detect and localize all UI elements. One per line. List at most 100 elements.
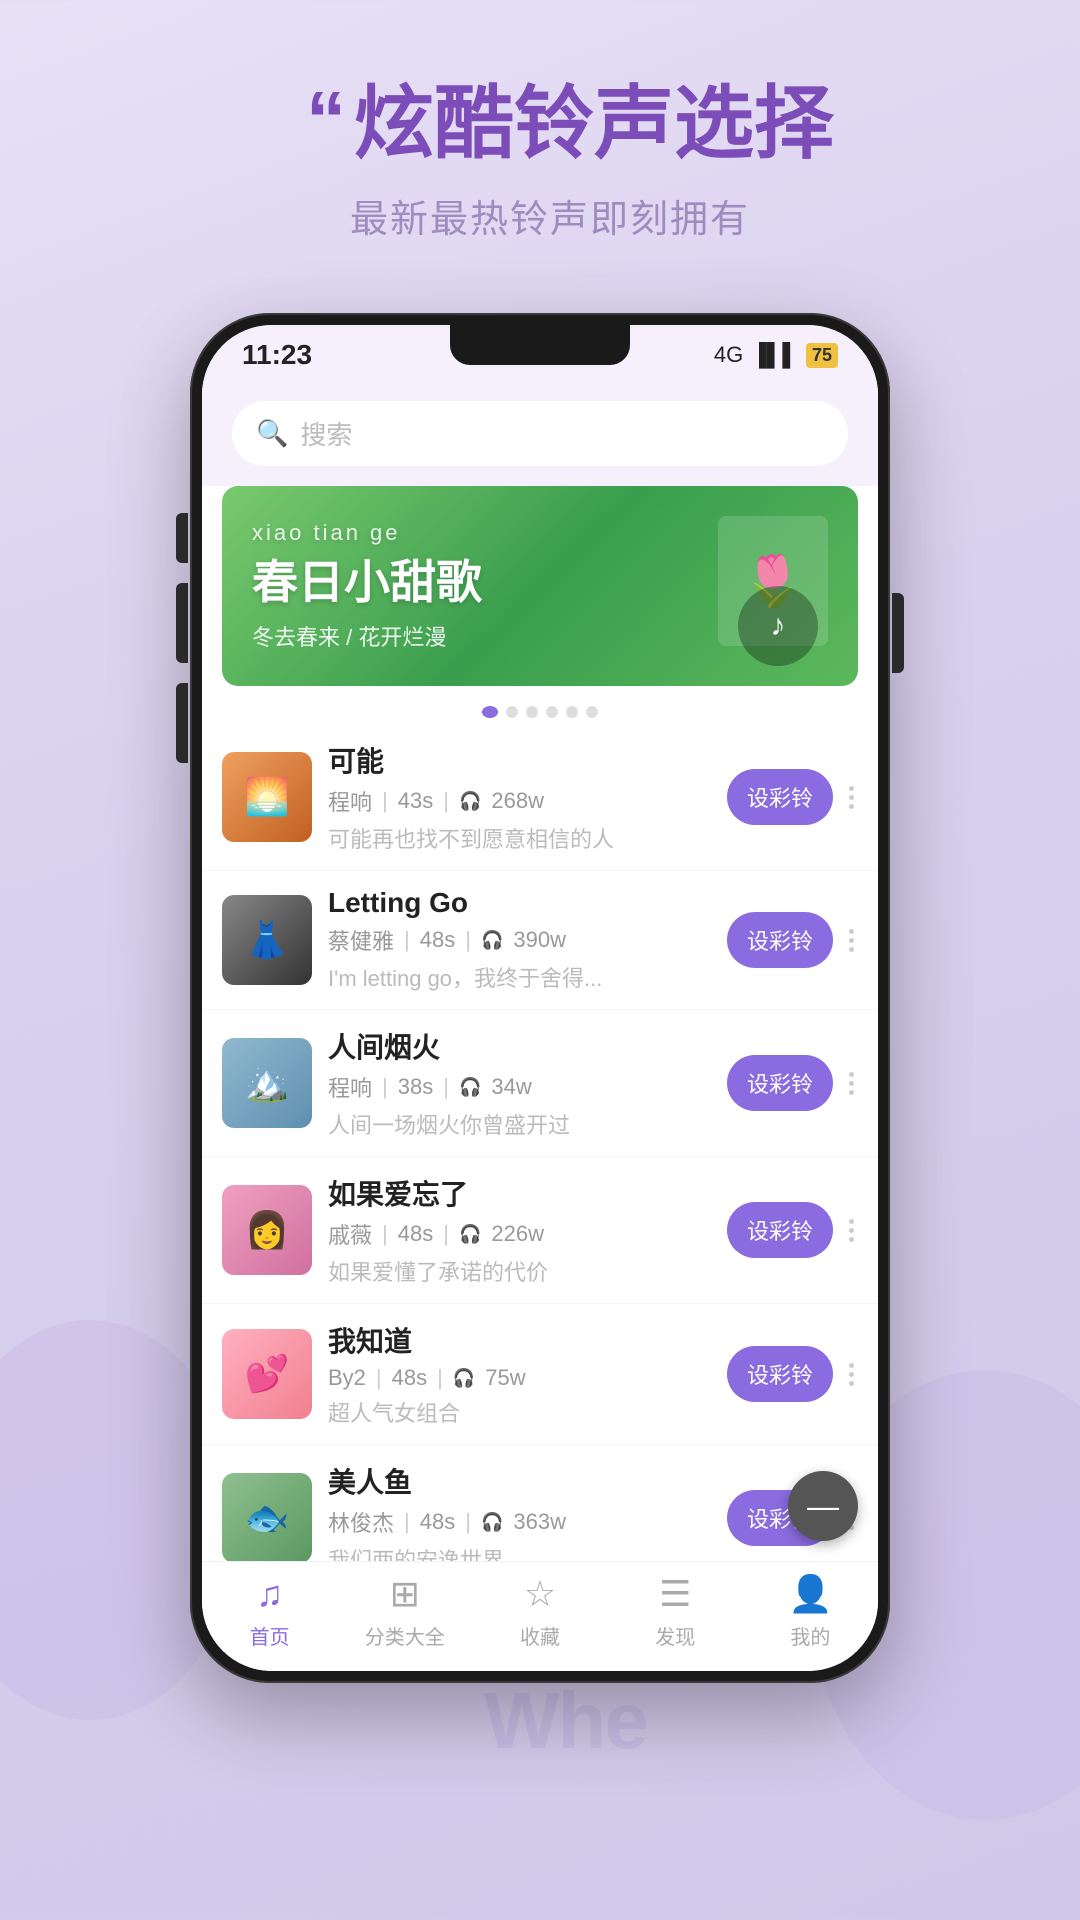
song-thumbnail: 👗 <box>222 895 312 985</box>
song-actions: 设彩铃 <box>727 1202 858 1258</box>
dot-1 <box>482 706 498 718</box>
more-dot-1 <box>849 1219 854 1224</box>
separator2: | <box>437 1365 443 1391</box>
list-item[interactable]: 👩 如果爱忘了 戚薇 | 48s | 🎧 226w 如果爱懂了承诺的代价 设彩铃 <box>202 1157 878 1304</box>
song-meta: By2 | 48s | 🎧 75w <box>328 1365 711 1391</box>
volume-down-button <box>176 683 188 763</box>
list-item[interactable]: 🏔️ 人间烟火 程响 | 38s | 🎧 34w 人间一场烟火你曾盛开过 设彩铃 <box>202 1010 878 1157</box>
nav-item-我的[interactable]: 👤 我的 <box>743 1573 878 1650</box>
song-meta: 程响 | 38s | 🎧 34w <box>328 1071 711 1103</box>
more-dot-3 <box>849 804 854 809</box>
nav-icon-收藏: ☆ <box>524 1573 556 1615</box>
page-title: 炫酷铃声选择 <box>354 80 834 168</box>
phone-outer: 11:23 4G ▐▌▌ 75 🔍 搜索 <box>190 313 890 1683</box>
song-actions: 设彩铃 <box>727 1055 858 1111</box>
artist-name: 蔡健雅 <box>328 924 394 956</box>
song-description: 可能再也找不到愿意相信的人 <box>328 822 711 854</box>
more-dot-3 <box>849 947 854 952</box>
battery-indicator: 75 <box>806 343 838 368</box>
song-thumbnail: 👩 <box>222 1185 312 1275</box>
song-info: 如果爱忘了 戚薇 | 48s | 🎧 226w 如果爱懂了承诺的代价 <box>328 1173 711 1287</box>
more-dot-1 <box>849 786 854 791</box>
more-dot-2 <box>849 1081 854 1086</box>
signal2-icon: ▐▌▌ <box>751 342 798 368</box>
nav-item-收藏[interactable]: ☆ 收藏 <box>472 1573 607 1650</box>
headphone-icon: 🎧 <box>481 930 503 951</box>
float-button[interactable]: — <box>788 1471 858 1541</box>
set-ringtone-button[interactable]: 设彩铃 <box>727 769 833 825</box>
set-ringtone-button[interactable]: 设彩铃 <box>727 1202 833 1258</box>
more-dot-1 <box>849 1363 854 1368</box>
song-actions: 设彩铃 <box>727 912 858 968</box>
more-dot-1 <box>849 929 854 934</box>
song-title: 人间烟火 <box>328 1026 711 1066</box>
more-options-button[interactable] <box>845 782 858 813</box>
song-description: 我们两的安逸世界 <box>328 1543 711 1561</box>
status-bar: 11:23 4G ▐▌▌ 75 <box>202 325 878 385</box>
search-bar[interactable]: 🔍 搜索 <box>232 401 848 466</box>
header-subtitle: 最新最热铃声即刻拥有 <box>80 188 1020 243</box>
dot-6 <box>586 706 598 718</box>
list-item[interactable]: 🐟 美人鱼 林俊杰 | 48s | 🎧 363w 我们两的安逸世界 设彩铃 <box>202 1445 878 1561</box>
song-thumbnail: 💕 <box>222 1329 312 1419</box>
separator2: | <box>465 1509 471 1535</box>
headphone-icon: 🎧 <box>459 1224 481 1245</box>
separator2: | <box>443 1074 449 1100</box>
play-count: 75w <box>485 1365 525 1391</box>
play-count: 34w <box>491 1074 531 1100</box>
list-item[interactable]: 👗 Letting Go 蔡健雅 | 48s | 🎧 390w I'm lett… <box>202 871 878 1010</box>
signal-icon: 4G <box>714 342 743 368</box>
separator: | <box>404 927 410 953</box>
song-actions: 设彩铃 <box>727 1346 858 1402</box>
song-description: I'm letting go，我终于舍得... <box>328 961 711 993</box>
banner[interactable]: xiao tian ge 春日小甜歌 冬去春来 / 花开烂漫 🌷 ♪ <box>222 486 858 686</box>
separator: | <box>382 788 388 814</box>
volume-up-button <box>176 583 188 663</box>
nav-item-发现[interactable]: ☰ 发现 <box>608 1573 743 1650</box>
separator: | <box>404 1509 410 1535</box>
banner-title: xiao tian ge 春日小甜歌 <box>252 520 698 612</box>
nav-label-分类大全: 分类大全 <box>365 1621 445 1650</box>
list-item[interactable]: 💕 我知道 By2 | 48s | 🎧 75w 超人气女组合 设彩铃 <box>202 1304 878 1445</box>
song-list: 🌅 可能 程响 | 43s | 🎧 268w 可能再也找不到愿意相信的人 设彩铃 <box>202 724 878 1561</box>
dot-2 <box>506 706 518 718</box>
search-bar-container: 🔍 搜索 <box>202 385 878 482</box>
set-ringtone-button[interactable]: 设彩铃 <box>727 1055 833 1111</box>
more-options-button[interactable] <box>845 1068 858 1099</box>
duration: 48s <box>420 927 455 953</box>
phone-mockup: 11:23 4G ▐▌▌ 75 🔍 搜索 <box>0 313 1080 1683</box>
artist-name: 程响 <box>328 785 372 817</box>
song-meta: 戚薇 | 48s | 🎧 226w <box>328 1218 711 1250</box>
search-input[interactable]: 搜索 <box>300 415 352 452</box>
more-dot-2 <box>849 1372 854 1377</box>
more-dot-3 <box>849 1381 854 1386</box>
main-content: xiao tian ge 春日小甜歌 冬去春来 / 花开烂漫 🌷 ♪ <box>202 486 878 1671</box>
nav-label-我的: 我的 <box>790 1621 830 1650</box>
headphone-icon: 🎧 <box>481 1512 503 1533</box>
more-options-button[interactable] <box>845 1359 858 1390</box>
more-options-button[interactable] <box>845 1215 858 1246</box>
nav-item-首页[interactable]: ♫ 首页 <box>202 1573 337 1650</box>
song-description: 人间一场烟火你曾盛开过 <box>328 1108 711 1140</box>
set-ringtone-button[interactable]: 设彩铃 <box>727 1346 833 1402</box>
song-meta: 程响 | 43s | 🎧 268w <box>328 785 711 817</box>
search-icon: 🔍 <box>256 418 288 449</box>
play-count: 363w <box>513 1509 566 1535</box>
headphone-icon: 🎧 <box>459 791 481 812</box>
song-info: 我知道 By2 | 48s | 🎧 75w 超人气女组合 <box>328 1320 711 1428</box>
artist-name: 戚薇 <box>328 1218 372 1250</box>
dot-4 <box>546 706 558 718</box>
banner-main-text: 春日小甜歌 <box>252 556 482 608</box>
nav-item-分类大全[interactable]: ⊞ 分类大全 <box>337 1573 472 1650</box>
banner-image: 🌷 ♪ <box>698 506 828 666</box>
song-info: 人间烟火 程响 | 38s | 🎧 34w 人间一场烟火你曾盛开过 <box>328 1026 711 1140</box>
quote-mark: “ <box>266 80 346 160</box>
song-info: 可能 程响 | 43s | 🎧 268w 可能再也找不到愿意相信的人 <box>328 740 711 854</box>
banner-subtitle: 冬去春来 / 花开烂漫 <box>252 620 698 652</box>
list-item[interactable]: 🌅 可能 程响 | 43s | 🎧 268w 可能再也找不到愿意相信的人 设彩铃 <box>202 724 878 871</box>
set-ringtone-button[interactable]: 设彩铃 <box>727 912 833 968</box>
nav-icon-分类大全: ⊞ <box>390 1573 420 1615</box>
nav-label-收藏: 收藏 <box>520 1621 560 1650</box>
more-options-button[interactable] <box>845 925 858 956</box>
song-title: Letting Go <box>328 887 711 919</box>
